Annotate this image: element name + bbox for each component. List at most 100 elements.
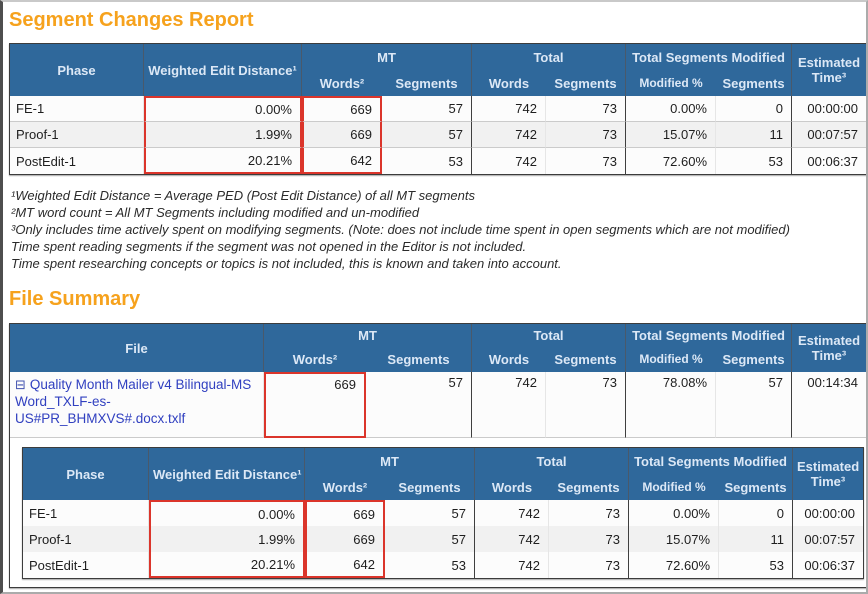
phase-cell: Proof-1: [23, 526, 149, 552]
column-header-mt-segments: Segments: [366, 346, 472, 372]
mt-words-cell-highlighted: 669: [302, 96, 382, 122]
phase-cell: FE-1: [10, 96, 144, 122]
column-header-modified-segments: Segments: [716, 346, 792, 372]
estimated-time-cell: 00:07:57: [793, 526, 863, 552]
collapse-icon[interactable]: ⊟: [15, 377, 26, 392]
file-link[interactable]: Quality Month Mailer v4 Bilingual-MS Wor…: [15, 377, 251, 426]
wed-cell-highlighted: 0.00%: [149, 500, 305, 526]
file-detail-row: Phase Weighted Edit Distance¹ MT Total T…: [10, 438, 866, 587]
mt-segments-cell: 57: [366, 372, 472, 438]
modified-segments-cell: 0: [716, 96, 792, 122]
column-header-modified-pct: Modified %: [629, 474, 719, 500]
total-words-cell: 742: [472, 122, 546, 148]
total-words-cell: 742: [475, 552, 549, 578]
column-group-mt: MT: [305, 448, 475, 474]
total-words-cell: 742: [475, 500, 549, 526]
modified-pct-cell: 15.07%: [626, 122, 716, 148]
total-segments-cell: 73: [546, 122, 626, 148]
report-page: Segment Changes Report Phase Weighted Ed…: [0, 0, 868, 594]
column-header-total-segments: Segments: [546, 346, 626, 372]
phase-cell: Proof-1: [10, 122, 144, 148]
total-words-cell: 742: [472, 96, 546, 122]
modified-segments-cell: 53: [716, 148, 792, 174]
segment-changes-table: Phase Weighted Edit Distance¹ MT Total T…: [9, 43, 867, 175]
file-row: ⊟Quality Month Mailer v4 Bilingual-MS Wo…: [10, 372, 866, 438]
phase-row-fe1: FE-1 0.00% 669 57 742 73 0.00% 0 00:00:0…: [10, 96, 866, 122]
modified-pct-cell: 0.00%: [626, 96, 716, 122]
column-header-weighted-edit-distance: Weighted Edit Distance¹: [149, 448, 305, 500]
file-summary-table: File MT Total Total Segments Modified Es…: [9, 323, 867, 588]
phase-row-postedit1: PostEdit-1 20.21% 642 53 742 73 72.60% 5…: [10, 148, 866, 174]
total-segments-cell: 73: [549, 526, 629, 552]
column-header-mt-words: Words²: [305, 474, 385, 500]
total-words-cell: 742: [472, 148, 546, 174]
phase-row-proof1: Proof-1 1.99% 669 57 742 73 15.07% 11 00…: [23, 526, 863, 552]
column-header-mt-words: Words²: [302, 70, 382, 96]
column-header-mt-segments: Segments: [385, 474, 475, 500]
estimated-time-cell: 00:06:37: [792, 148, 866, 174]
mt-segments-cell: 53: [385, 552, 475, 578]
modified-pct-cell: 0.00%: [629, 500, 719, 526]
mt-segments-cell: 53: [382, 148, 472, 174]
column-header-file: File: [10, 324, 264, 372]
column-header-phase: Phase: [23, 448, 149, 500]
total-segments-cell: 73: [546, 148, 626, 174]
footnote-line: ³Only includes time actively spent on mo…: [11, 221, 862, 238]
nested-table-container: Phase Weighted Edit Distance¹ MT Total T…: [10, 438, 866, 587]
column-group-mt: MT: [302, 44, 472, 70]
mt-segments-cell: 57: [382, 122, 472, 148]
mt-segments-cell: 57: [385, 526, 475, 552]
column-header-estimated-time: Estimated Time³: [792, 324, 866, 372]
column-group-total-segments-modified: Total Segments Modified: [626, 44, 792, 70]
mt-words-cell-highlighted: 669: [302, 122, 382, 148]
column-header-total-segments: Segments: [546, 70, 626, 96]
phase-row-proof1: Proof-1 1.99% 669 57 742 73 15.07% 11 00…: [10, 122, 866, 148]
column-header-total-segments: Segments: [549, 474, 629, 500]
wed-cell-highlighted: 20.21%: [144, 148, 302, 174]
estimated-time-cell: 00:14:34: [792, 372, 866, 438]
mt-words-cell-highlighted: 642: [302, 148, 382, 174]
mt-segments-cell: 57: [382, 96, 472, 122]
phase-row-postedit1: PostEdit-1 20.21% 642 53 742 73 72.60% 5…: [23, 552, 863, 578]
estimated-time-cell: 00:00:00: [793, 500, 863, 526]
modified-segments-cell: 57: [716, 372, 792, 438]
column-group-total: Total: [472, 324, 626, 346]
column-group-mt: MT: [264, 324, 472, 346]
column-header-modified-segments: Segments: [716, 70, 792, 96]
footnote-line: ²MT word count = All MT Segments includi…: [11, 204, 862, 221]
column-group-total-segments-modified: Total Segments Modified: [629, 448, 793, 474]
footnotes: ¹Weighted Edit Distance = Average PED (P…: [11, 187, 862, 272]
file-phase-table: Phase Weighted Edit Distance¹ MT Total T…: [22, 447, 864, 579]
modified-pct-cell: 72.60%: [626, 148, 716, 174]
wed-cell-highlighted: 1.99%: [144, 122, 302, 148]
file-summary-title: File Summary: [9, 288, 862, 311]
file-summary-table-header: File MT Total Total Segments Modified Es…: [10, 324, 866, 372]
total-segments-cell: 73: [546, 372, 626, 438]
mt-words-cell-highlighted: 669: [305, 526, 385, 552]
wed-cell-highlighted: 1.99%: [149, 526, 305, 552]
mt-words-cell-highlighted: 669: [264, 372, 366, 438]
modified-pct-cell: 15.07%: [629, 526, 719, 552]
estimated-time-cell: 00:00:00: [792, 96, 866, 122]
report-title: Segment Changes Report: [9, 9, 862, 32]
column-header-phase: Phase: [10, 44, 144, 96]
column-header-mt-segments: Segments: [382, 70, 472, 96]
total-segments-cell: 73: [549, 552, 629, 578]
file-phase-table-header: Phase Weighted Edit Distance¹ MT Total T…: [23, 448, 863, 500]
estimated-time-cell: 00:07:57: [792, 122, 866, 148]
mt-segments-cell: 57: [385, 500, 475, 526]
footnote-line: Time spent reading segments if the segme…: [11, 238, 862, 255]
modified-segments-cell: 0: [719, 500, 793, 526]
segment-changes-table-header: Phase Weighted Edit Distance¹ MT Total T…: [10, 44, 866, 96]
footnote-line: Time spent researching concepts or topic…: [11, 255, 862, 272]
modified-segments-cell: 11: [719, 526, 793, 552]
column-header-total-words: Words: [475, 474, 549, 500]
column-group-total: Total: [472, 44, 626, 70]
phase-row-fe1: FE-1 0.00% 669 57 742 73 0.00% 0 00:00:0…: [23, 500, 863, 526]
total-words-cell: 742: [472, 372, 546, 438]
file-name-cell: ⊟Quality Month Mailer v4 Bilingual-MS Wo…: [10, 372, 264, 438]
column-header-modified-pct: Modified %: [626, 346, 716, 372]
column-header-total-words: Words: [472, 346, 546, 372]
column-header-estimated-time: Estimated Time³: [793, 448, 863, 500]
column-header-estimated-time: Estimated Time³: [792, 44, 866, 96]
